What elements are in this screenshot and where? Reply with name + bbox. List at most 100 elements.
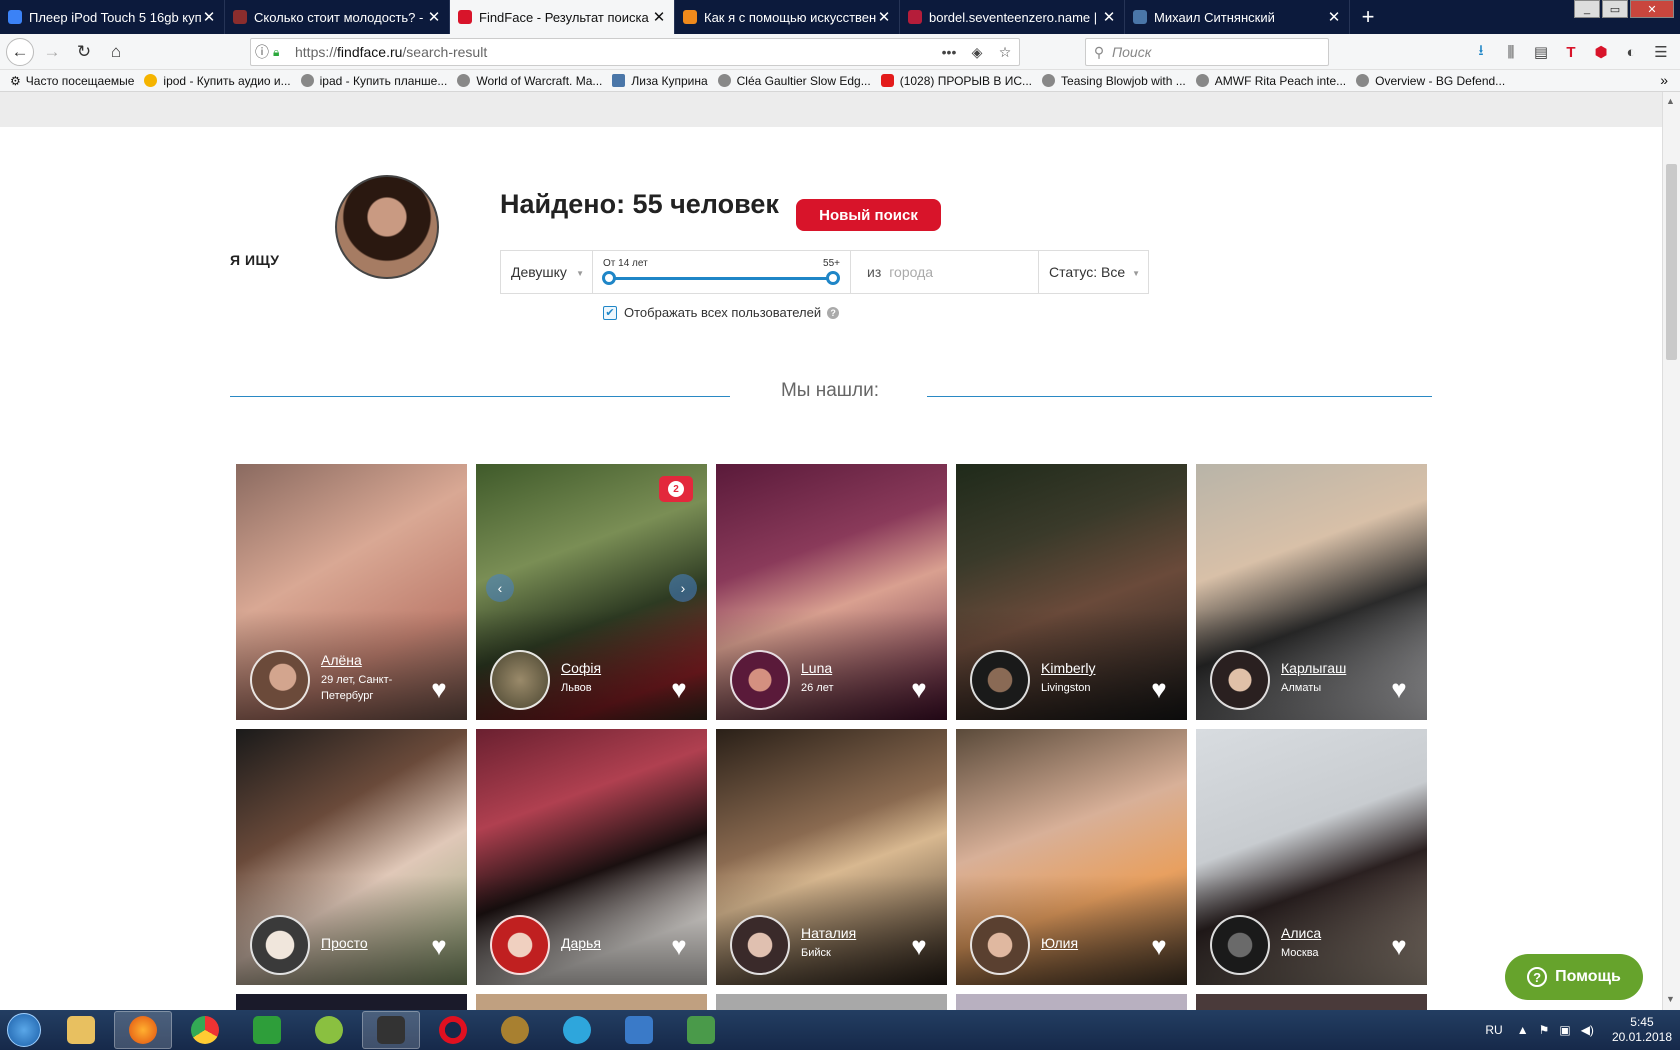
taskbar-opera[interactable] — [424, 1011, 482, 1049]
result-card[interactable]: Алёна 29 лет, Санкт-Петербург ♥ — [236, 464, 467, 720]
result-card[interactable] — [476, 994, 707, 1010]
volume-icon[interactable]: ◀) — [1581, 1023, 1594, 1037]
card-name[interactable]: Kimberly — [1041, 660, 1095, 676]
taskbar-utorrent[interactable] — [238, 1011, 296, 1049]
age-min-handle[interactable] — [602, 271, 616, 285]
browser-tab[interactable]: Плеер iPod Touch 5 16gb купи ✕ — [0, 0, 225, 34]
city-input[interactable] — [889, 264, 1010, 280]
library-icon[interactable]: ⫼ — [1498, 38, 1524, 66]
page-scrollbar[interactable]: ▲ ▼ — [1662, 92, 1680, 1010]
taskbar-app[interactable] — [300, 1011, 358, 1049]
query-photo[interactable] — [335, 175, 439, 279]
lock-icon[interactable]: 🔒︎ — [273, 45, 287, 60]
help-question-icon[interactable]: ? — [827, 306, 840, 319]
card-name[interactable]: Просто — [321, 935, 368, 951]
tab-close-icon[interactable]: ✕ — [1327, 8, 1341, 26]
scroll-down-icon[interactable]: ▼ — [1666, 994, 1675, 1004]
result-card[interactable]: Алиса Москва ♥ — [1196, 729, 1427, 985]
card-name[interactable]: Luna — [801, 660, 832, 676]
bookmark-item[interactable]: Cléa Gaultier Slow Edg... — [717, 74, 871, 88]
browser-tab[interactable]: Сколько стоит молодость? - Л ✕ — [225, 0, 450, 34]
heart-icon[interactable]: ♥ — [1385, 933, 1413, 959]
next-photo-icon[interactable]: › — [669, 574, 697, 602]
browser-search-bar[interactable]: ⚲ Поиск — [1085, 38, 1329, 66]
result-card[interactable]: Карлыгаш Алматы ♥ — [1196, 464, 1427, 720]
heart-icon[interactable]: ♥ — [425, 933, 453, 959]
home-button[interactable]: ⌂ — [102, 38, 130, 66]
info-icon[interactable]: ⓘ — [251, 42, 273, 62]
tab-close-icon[interactable]: ✕ — [202, 8, 216, 26]
avatar[interactable] — [1210, 650, 1270, 710]
result-card[interactable] — [956, 994, 1187, 1010]
extension-icon[interactable]: ◐ — [1618, 38, 1644, 66]
taskbar-explorer[interactable] — [52, 1011, 110, 1049]
card-name[interactable]: Наталия — [801, 925, 856, 941]
browser-tab[interactable]: Как я с помощью искусственн ✕ — [675, 0, 900, 34]
flag-icon[interactable]: ⚑ — [1539, 1023, 1550, 1037]
avatar[interactable] — [730, 915, 790, 975]
heart-icon[interactable]: ♥ — [905, 933, 933, 959]
tab-close-icon[interactable]: ✕ — [877, 8, 891, 26]
taskbar-chrome[interactable] — [176, 1011, 234, 1049]
scroll-up-icon[interactable]: ▲ — [1666, 96, 1675, 106]
clock[interactable]: 5:45 20.01.2018 — [1612, 1015, 1672, 1045]
heart-icon[interactable]: ♥ — [665, 933, 693, 959]
bookmark-item[interactable]: Лиза Куприна — [612, 74, 708, 88]
adblock-icon[interactable]: ⬢ — [1588, 38, 1614, 66]
result-card[interactable] — [1196, 994, 1427, 1010]
maximize-button[interactable]: ▭ — [1602, 0, 1628, 18]
avatar[interactable] — [250, 650, 310, 710]
taskbar-firefox[interactable] — [114, 1011, 172, 1049]
heart-icon[interactable]: ♥ — [665, 676, 693, 702]
avatar[interactable] — [1210, 915, 1270, 975]
heart-icon[interactable]: ♥ — [905, 676, 933, 702]
taskbar-app3[interactable] — [672, 1011, 730, 1049]
heart-icon[interactable]: ♥ — [1145, 676, 1173, 702]
new-search-button[interactable]: Новый поиск — [796, 199, 941, 231]
download-icon[interactable]: ⭳ — [1468, 38, 1494, 66]
age-slider-track[interactable] — [609, 277, 832, 280]
bookmark-item[interactable]: Overview - BG Defend... — [1356, 74, 1505, 88]
card-name[interactable]: Алиса — [1281, 925, 1321, 941]
card-name[interactable]: Карлыгаш — [1281, 660, 1346, 676]
sex-select[interactable]: Девушку ▼ — [501, 251, 593, 293]
result-card[interactable]: Kimberly Livingston ♥ — [956, 464, 1187, 720]
bookmark-item[interactable]: AMWF Rita Peach inte... — [1195, 74, 1346, 88]
bookmarks-overflow-icon[interactable]: » — [1660, 72, 1668, 88]
bookmark-item[interactable]: ⚙ Часто посещаемые — [10, 74, 134, 88]
bookmark-item[interactable]: World of Warcraft. Ma... — [457, 74, 602, 88]
card-name[interactable]: Юлия — [1041, 935, 1078, 951]
tab-close-icon[interactable]: ✕ — [1102, 8, 1116, 26]
help-button[interactable]: ? Помощь — [1505, 954, 1643, 1000]
language-indicator[interactable]: RU — [1485, 1023, 1502, 1037]
taskbar-app2[interactable] — [610, 1011, 668, 1049]
extension-t-icon[interactable]: T — [1558, 38, 1584, 66]
result-card[interactable]: Юлия ♥ — [956, 729, 1187, 985]
bookmark-item[interactable]: (1028) ПРОРЫВ В ИС... — [880, 74, 1032, 88]
reload-button[interactable]: ↻ — [70, 38, 98, 66]
show-all-checkbox[interactable]: ✔ — [603, 305, 617, 320]
avatar[interactable] — [970, 915, 1030, 975]
avatar[interactable] — [970, 650, 1030, 710]
tray-arrow-icon[interactable]: ▲ — [1517, 1023, 1529, 1037]
browser-tab[interactable]: bordel.seventeenzero.name | ✕ — [900, 0, 1125, 34]
status-select[interactable]: Статус: Все ▼ — [1039, 251, 1148, 293]
browser-tab[interactable]: Михаил Ситнянский ✕ — [1125, 0, 1350, 34]
avatar[interactable] — [490, 915, 550, 975]
card-name[interactable]: Дарья — [561, 935, 601, 951]
heart-icon[interactable]: ♥ — [1145, 933, 1173, 959]
avatar[interactable] — [490, 650, 550, 710]
result-card[interactable]: Дарья ♥ — [476, 729, 707, 985]
start-button[interactable] — [0, 1010, 48, 1050]
url-text[interactable]: https://findface.ru/search-result — [287, 44, 935, 60]
heart-icon[interactable]: ♥ — [425, 676, 453, 702]
bookmark-item[interactable]: ipad - Купить планше... — [300, 74, 447, 88]
card-name[interactable]: Софія — [561, 660, 601, 676]
menu-icon[interactable]: ☰ — [1648, 38, 1674, 66]
taskbar-warcraft[interactable] — [486, 1011, 544, 1049]
bookmark-item[interactable]: ipod - Купить аудио и... — [144, 74, 291, 88]
age-max-handle[interactable] — [826, 271, 840, 285]
taskbar-camera[interactable] — [362, 1011, 420, 1049]
back-button[interactable]: ← — [6, 37, 34, 66]
page-actions-icon[interactable]: ••• — [935, 44, 963, 60]
